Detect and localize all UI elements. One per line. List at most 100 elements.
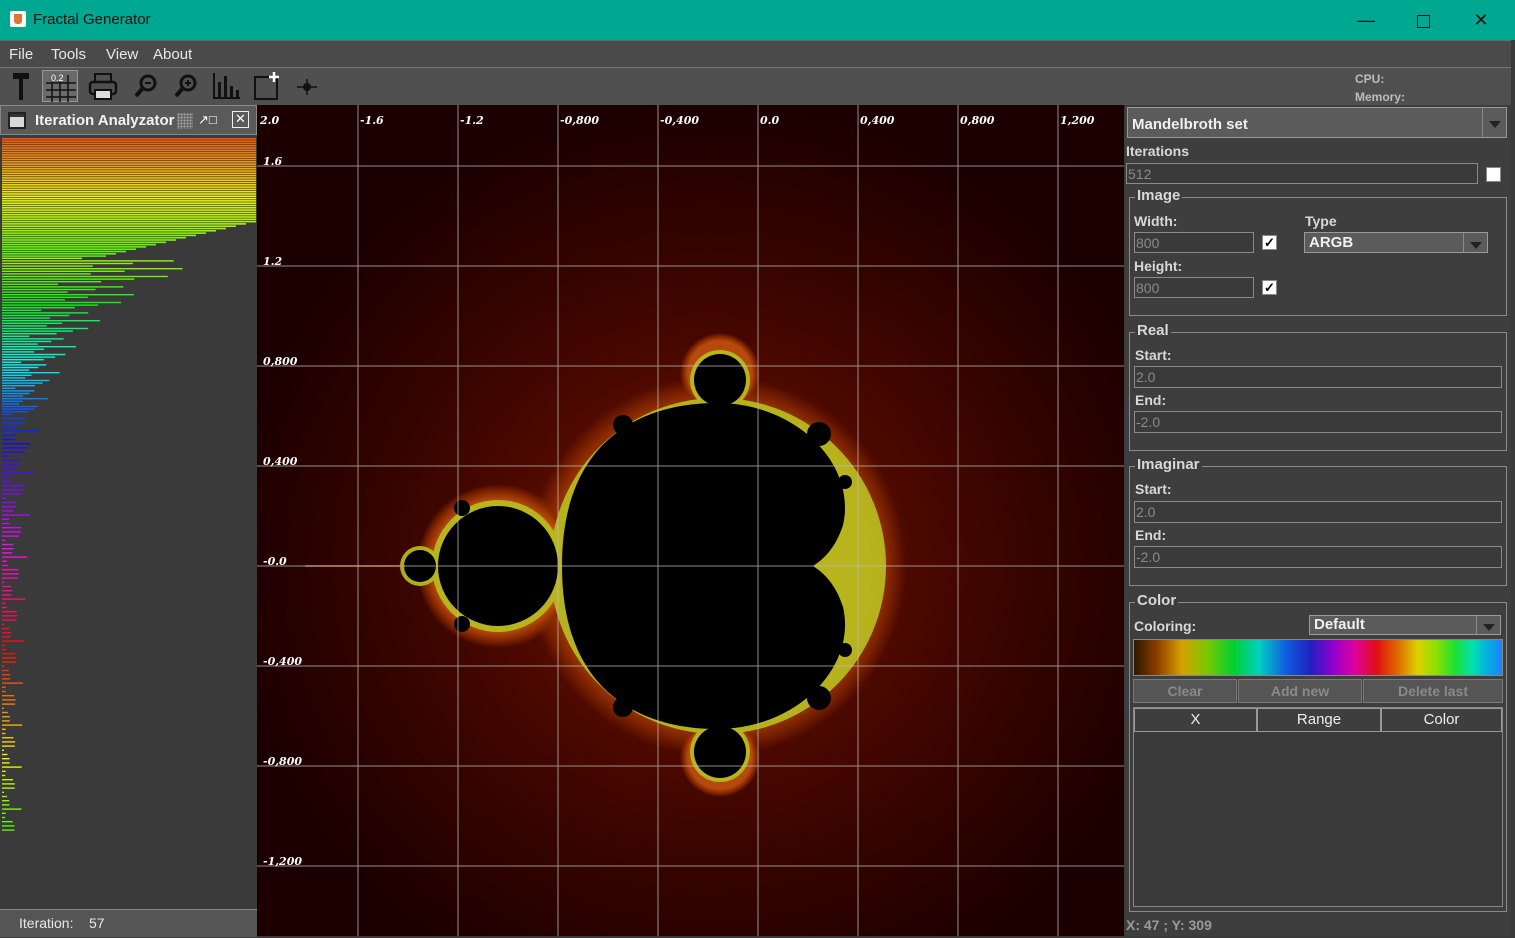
cpu-label: CPU: (1355, 72, 1385, 86)
menu-tools[interactable]: Tools (51, 46, 86, 63)
imaginar-end-field[interactable]: -2.0 (1134, 546, 1502, 568)
zoom-in-button[interactable] (168, 70, 204, 102)
histogram-bar (2, 695, 15, 697)
close-button[interactable]: ✕ (1458, 0, 1504, 40)
new-window-button[interactable] (248, 70, 284, 102)
histogram-bar (2, 248, 136, 250)
width-label: Width: (1134, 213, 1178, 229)
histogram-bar (2, 314, 70, 317)
fractal-type-value: Mandelbroth set (1132, 116, 1248, 133)
iteration-analyzer-header: Iteration Analyzator ↗□ ✕ (0, 105, 257, 135)
menu-file[interactable]: File (9, 46, 33, 63)
add-new-button[interactable]: Add new (1238, 679, 1362, 703)
iterations-checkbox[interactable] (1486, 167, 1501, 182)
histogram-bar (2, 304, 99, 306)
histogram-bar (2, 309, 42, 311)
histogram-bar (2, 434, 17, 436)
histogram-bar (2, 193, 256, 195)
real-group: Real Start: 2.0 End: -2.0 (1129, 322, 1507, 451)
real-start-field[interactable]: 2.0 (1134, 366, 1502, 388)
fractal-canvas[interactable]: 2.0 -1.6 -1.2 -0,800 -0,400 0.0 0,400 0,800 1,20… (257, 105, 1124, 936)
grid-icon: 0.2 (46, 73, 76, 102)
x-tick-label: -1.6 (360, 114, 384, 127)
y-tick-label: -1,200 (263, 855, 302, 868)
chevron-down-icon (1482, 108, 1506, 137)
histogram-bar (2, 156, 256, 158)
column-header-range[interactable]: Range (1257, 708, 1381, 732)
iterations-field[interactable]: 512 (1126, 163, 1478, 184)
fractal-type-select[interactable]: Mandelbroth set (1127, 107, 1507, 138)
color-table: X Range Color (1133, 707, 1503, 907)
histogram-bar (2, 669, 9, 672)
restore-icon: ↗□ (198, 112, 217, 127)
histogram-bar (2, 239, 176, 241)
hammer-button[interactable] (3, 70, 39, 102)
histogram-bar (2, 273, 91, 275)
histogram-bar (2, 294, 134, 296)
histogram-bar (2, 379, 50, 382)
menu-about[interactable]: About (153, 46, 192, 63)
delete-last-button[interactable]: Delete last (1363, 679, 1503, 703)
histogram-bar (2, 296, 88, 298)
x-tick-label: -0,400 (660, 114, 699, 127)
zoom-out-button[interactable] (128, 70, 164, 102)
width-field[interactable]: 800 (1134, 232, 1254, 253)
y-tick-label: 1.2 (263, 255, 282, 268)
histogram-bar (2, 438, 15, 441)
histogram-bar (2, 262, 133, 265)
histogram-bar (2, 333, 57, 335)
y-tick-label: 0,800 (263, 355, 298, 368)
image-type-value: ARGB (1309, 234, 1354, 251)
print-button[interactable] (85, 70, 121, 102)
histogram-bar (2, 170, 256, 172)
iterations-label: Iterations (1126, 143, 1190, 159)
histogram-bar (2, 325, 47, 327)
histogram-bar (2, 426, 19, 428)
print-icon (88, 73, 118, 100)
histogram-bar (2, 606, 8, 609)
coloring-select[interactable]: Default (1309, 615, 1501, 635)
maximize-button[interactable] (1400, 0, 1446, 40)
height-field[interactable]: 800 (1134, 277, 1254, 298)
menu-bar: File Tools View About (0, 40, 1511, 68)
drag-grip-icon[interactable] (177, 113, 193, 129)
histogram-bar (2, 556, 28, 558)
restore-button[interactable]: ↗□ (198, 112, 217, 130)
histogram-bar (2, 535, 19, 537)
histogram-bar (2, 770, 6, 772)
histogram-bar (2, 385, 35, 387)
histogram-bar (2, 573, 19, 575)
histogram-bar (2, 640, 24, 642)
crosshair-button[interactable] (289, 70, 325, 102)
column-header-x[interactable]: X (1134, 708, 1257, 732)
grid-button[interactable]: 0.2 (42, 70, 78, 102)
width-checkbox[interactable]: ✓ (1262, 235, 1277, 250)
x-tick-label: 1,200 (1060, 114, 1095, 127)
height-checkbox[interactable]: ✓ (1262, 280, 1277, 295)
x-tick-label: -0,800 (560, 114, 599, 127)
histogram-bar (2, 361, 22, 363)
histogram-bar (2, 447, 29, 449)
column-header-color[interactable]: Color (1381, 708, 1502, 732)
histogram-bar (2, 322, 63, 324)
close-panel-button[interactable]: ✕ (232, 111, 249, 128)
histogram-bar (2, 753, 8, 756)
histogram-bar (2, 165, 256, 168)
color-gradient-preview[interactable] (1133, 639, 1503, 676)
histogram-button[interactable] (208, 70, 244, 102)
imaginar-start-field[interactable]: 2.0 (1134, 501, 1502, 523)
histogram-bar (2, 501, 16, 504)
histogram-bar (2, 716, 10, 718)
histogram-bar (2, 374, 32, 376)
clear-button[interactable]: Clear (1133, 679, 1237, 703)
histogram-bar (2, 288, 96, 291)
type-label: Type (1305, 213, 1337, 229)
histogram-bar (2, 724, 23, 726)
image-group-title: Image (1135, 187, 1183, 204)
histogram-bar (2, 632, 12, 634)
image-type-select[interactable]: ARGB (1304, 232, 1488, 253)
real-end-field[interactable]: -2.0 (1134, 411, 1502, 433)
minimize-button[interactable]: — (1343, 0, 1389, 40)
histogram-bar (2, 411, 29, 413)
menu-view[interactable]: View (106, 46, 138, 63)
